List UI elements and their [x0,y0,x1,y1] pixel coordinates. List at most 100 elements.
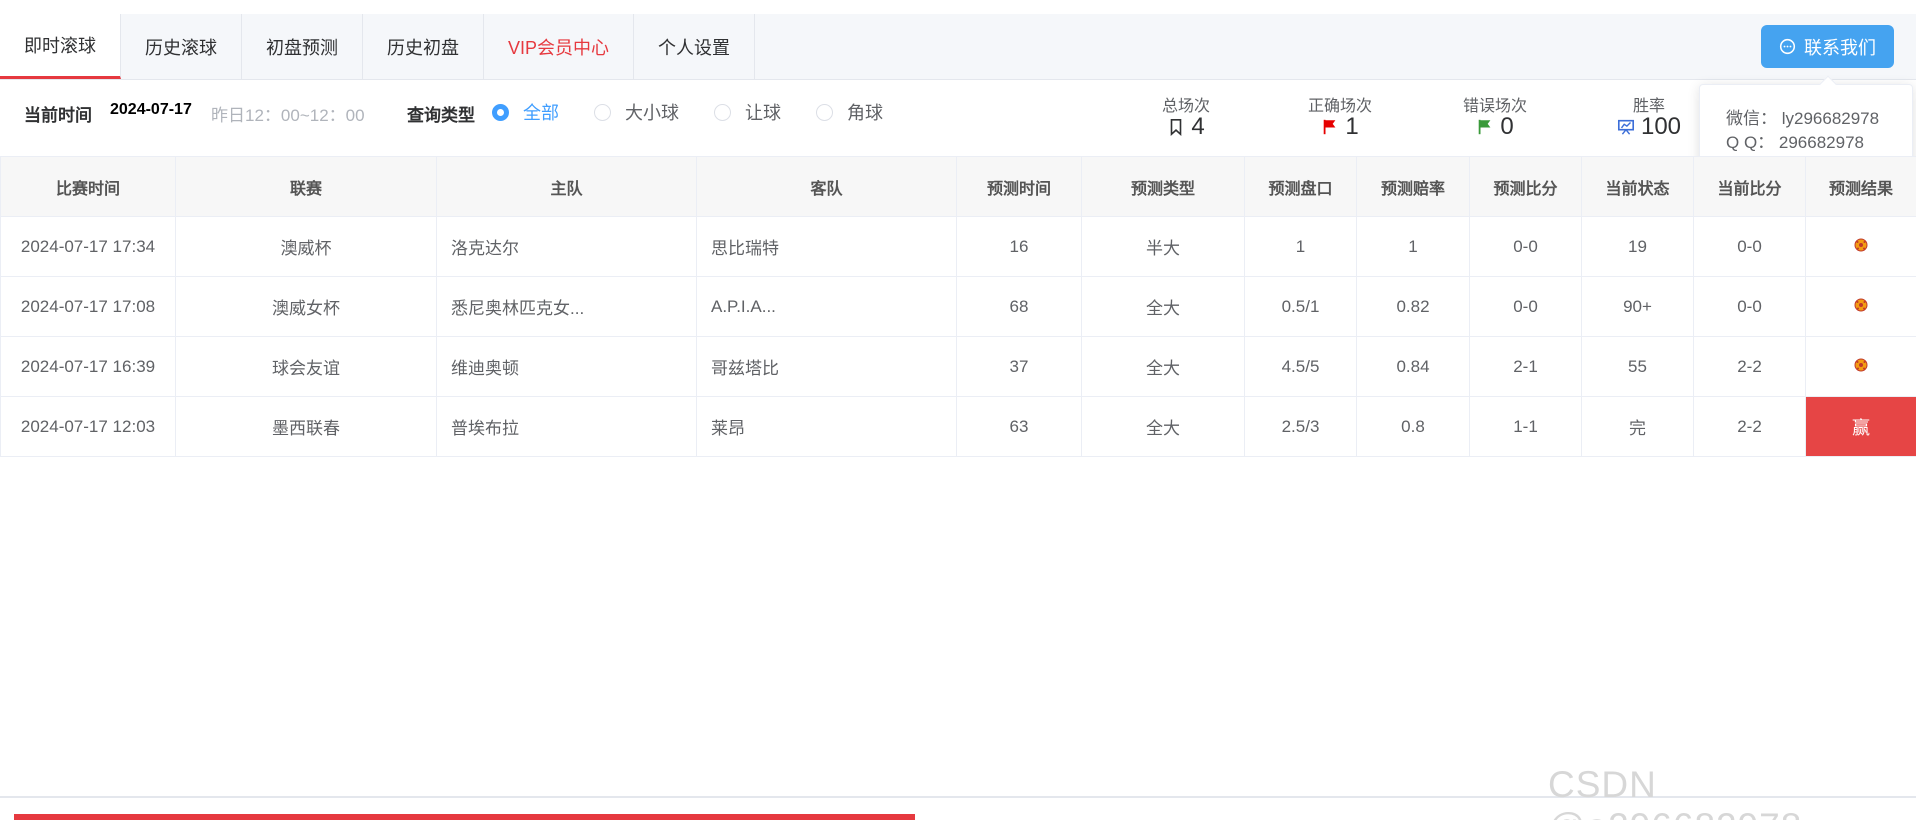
nav-tabs: 即时滚球 历史滚球 初盘预测 历史初盘 VIP会员中心 个人设置 [0,14,756,79]
soccer-ball-icon [1854,298,1868,311]
tab-history-inplay[interactable]: 历史滚球 [121,14,242,79]
stat-win-rate-value: 100 [1640,113,1682,140]
stat-wrong-label: 错误场次 [1462,98,1527,115]
cell-score: 2-2 [1693,396,1806,457]
presentation-chart-icon [1617,119,1634,135]
table-row: 2024-07-17 12:03 墨西联春 普埃布拉 莱昂 63 全大 2.5/… [0,396,1916,457]
header-prediction-type: 预测类型 [1081,156,1245,217]
cell-pred-type: 全大 [1081,276,1245,337]
cell-pred-time: 63 [956,396,1082,457]
stat-total-value-wrap: 4 [1131,112,1241,142]
cell-pred-score: 0-0 [1469,276,1582,337]
header-prediction-time: 预测时间 [956,156,1082,217]
cell-pred-score: 0-0 [1469,216,1582,277]
radio-over-under[interactable]: 大小球 [594,99,679,125]
header-prediction-result: 预测结果 [1805,156,1916,217]
query-type-label: 查询类型 [407,106,475,125]
cell-line: 4.5/5 [1244,336,1357,397]
cell-pred-time: 16 [956,216,1082,277]
cell-odds: 0.84 [1356,336,1470,397]
cell-result-win: 赢 [1805,396,1916,457]
page: 即时滚球 历史滚球 初盘预测 历史初盘 VIP会员中心 个人设置 联系我们 当前… [0,0,1916,820]
header-prediction-odds: 预测赔率 [1356,156,1470,217]
cell-score: 0-0 [1693,216,1806,277]
cell-time: 2024-07-17 16:39 [0,336,176,397]
cell-home: 悉尼奥林匹克女... [436,276,697,337]
radio-all[interactable]: 全部 [492,99,559,125]
stat-wrong: 错误场次 0 [1440,92,1550,142]
header-current-status: 当前状态 [1581,156,1694,217]
chat-bubble-icon [1779,38,1796,55]
cell-status: 19 [1581,216,1694,277]
stat-wrong-value: 0 [1500,113,1514,140]
header-prediction-line: 预测盘口 [1244,156,1357,217]
stat-win-rate: 胜率 100 [1594,92,1704,142]
cell-home: 洛克达尔 [436,216,697,277]
table-row: 2024-07-17 16:39 球会友谊 维迪奥顿 哥兹塔比 37 全大 4.… [0,336,1916,397]
cell-away: A.P.I.A... [696,276,957,337]
cell-status: 90+ [1581,276,1694,337]
radio-handicap[interactable]: 让球 [714,99,781,125]
cell-line: 1 [1244,216,1357,277]
radio-label: 全部 [523,103,559,123]
stat-correct: 正确场次 1 [1285,92,1395,142]
cell-away: 哥兹塔比 [696,336,957,397]
cell-pred-type: 半大 [1081,216,1245,277]
cell-pred-time: 37 [956,336,1082,397]
stat-correct-value: 1 [1345,113,1359,140]
bookmark-icon [1171,118,1182,136]
cell-result [1805,276,1916,337]
date-range: 昨日12：00~12：00 [211,106,365,125]
tab-history-opening[interactable]: 历史初盘 [363,14,484,79]
stat-correct-value-wrap: 1 [1285,112,1395,142]
cell-away: 莱昂 [696,396,957,457]
stat-total: 总场次 4 [1131,92,1241,142]
cell-pred-score: 1-1 [1469,396,1582,457]
cell-pred-score: 2-1 [1469,336,1582,397]
tab-live-inplay[interactable]: 即时滚球 [0,14,121,79]
radio-label: 让球 [745,103,781,123]
cell-league: 澳威杯 [175,216,437,277]
prediction-table: 比赛时间 联赛 主队 客队 预测时间 预测类型 预测盘口 预测赔率 预测比分 当… [0,156,1916,457]
tab-opening-prediction[interactable]: 初盘预测 [242,14,363,79]
cell-league: 墨西联春 [175,396,437,457]
cell-time: 2024-07-17 12:03 [0,396,176,457]
radio-dot [714,103,731,121]
soccer-ball-icon [1854,358,1868,371]
cell-status: 完 [1581,396,1694,457]
cell-line: 0.5/1 [1244,276,1357,337]
radio-dot [492,103,509,121]
cell-odds: 0.8 [1356,396,1470,457]
cell-status: 55 [1581,336,1694,397]
cell-line: 2.5/3 [1244,396,1357,457]
stat-total-value: 4 [1191,113,1205,140]
header-home-team: 主队 [436,156,697,217]
cell-pred-type: 全大 [1081,336,1245,397]
header-prediction-score: 预测比分 [1469,156,1582,217]
tab-personal-settings[interactable]: 个人设置 [634,14,756,79]
cell-pred-time: 68 [956,276,1082,337]
stat-correct-label: 正确场次 [1307,98,1372,115]
table-header-row: 比赛时间 联赛 主队 客队 预测时间 预测类型 预测盘口 预测赔率 预测比分 当… [0,156,1916,217]
contact-us-button[interactable]: 联系我们 [1761,25,1894,68]
current-time-label: 当前时间 [24,106,92,125]
cell-home: 普埃布拉 [436,396,697,457]
radio-corner[interactable]: 角球 [816,99,883,125]
radio-label: 角球 [847,103,883,123]
cell-score: 2-2 [1693,336,1806,397]
cell-result [1805,216,1916,277]
watermark: CSDN @a296682978 [1548,764,1801,820]
cell-home: 维迪奥顿 [436,336,697,397]
radio-dot [816,103,833,121]
loading-progress-bar [14,814,915,820]
header-match-time: 比赛时间 [0,156,176,217]
radio-label: 大小球 [625,103,679,123]
contact-qq: Q Q： 296682978 [1726,133,1864,152]
contact-us-label: 联系我们 [1804,37,1876,58]
header-away-team: 客队 [696,156,957,217]
tab-vip-center[interactable]: VIP会员中心 [484,14,635,79]
stat-win-rate-label: 胜率 [1632,98,1665,115]
top-nav-bar: 即时滚球 历史滚球 初盘预测 历史初盘 VIP会员中心 个人设置 联系我们 [0,14,1916,80]
stat-total-label: 总场次 [1161,98,1210,115]
cell-result [1805,336,1916,397]
